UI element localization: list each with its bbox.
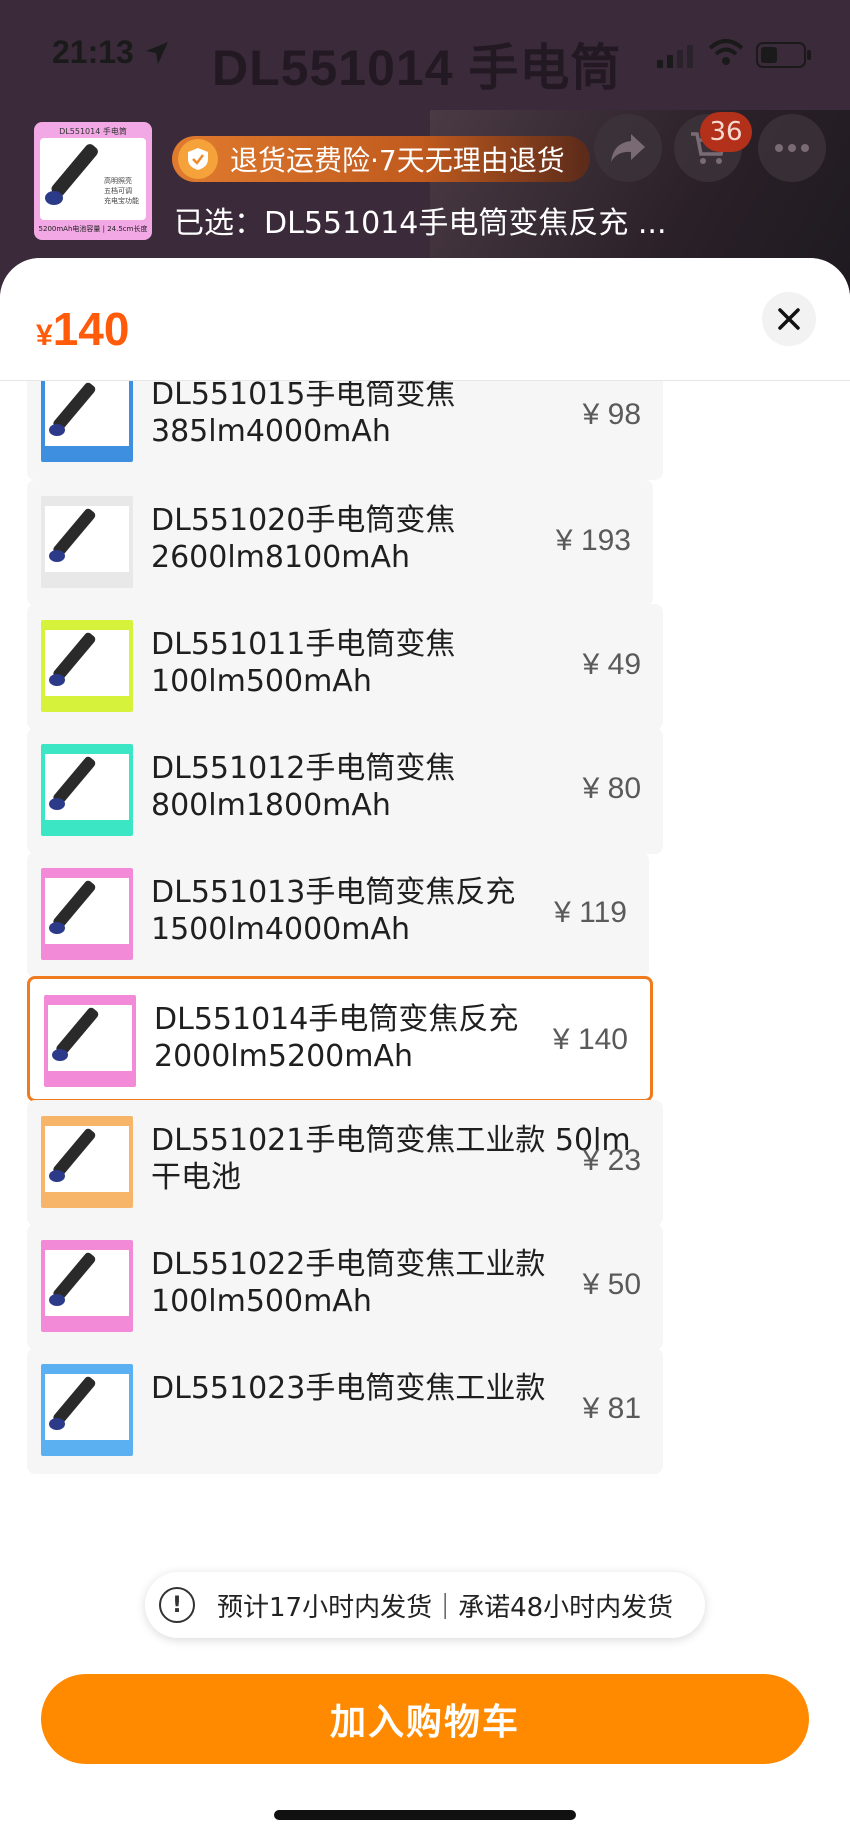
variant-name-line1: DL551012手电筒变焦 — [151, 751, 456, 786]
variant-name-line2: 2600lm8100mAh — [151, 540, 411, 575]
thumbnail-feature: 高明照亮 — [104, 177, 132, 185]
variant-name-line1: DL551023手电筒变焦工业款 — [151, 1371, 546, 1406]
status-time: 21:13 — [52, 34, 134, 70]
exclamation-icon: ! — [159, 1587, 195, 1623]
variant-thumbnail — [41, 496, 133, 588]
more-button[interactable] — [758, 114, 826, 182]
variant-option[interactable]: DL551012手电筒变焦 800lm1800mAh ¥ 80 — [27, 728, 663, 854]
variant-name: DL551011手电筒变焦 100lm500mAh — [151, 626, 455, 700]
currency-symbol: ¥ — [36, 319, 53, 352]
close-button[interactable] — [762, 292, 816, 346]
variant-name: DL551021手电筒变焦工业款 50lm 干电池 — [151, 1122, 631, 1196]
variant-option[interactable]: DL551015手电筒变焦 385lm4000mAh ¥ 98 — [27, 380, 663, 480]
variant-name: DL551012手电筒变焦 800lm1800mAh — [151, 750, 455, 824]
variant-price: ¥ 119 — [554, 896, 627, 929]
variant-thumbnail — [41, 1364, 133, 1456]
thumbnail-caption: 5200mAh电池容量 | 24.5cm长度 — [38, 225, 148, 233]
flashlight-icon — [45, 144, 98, 205]
variant-option[interactable]: DL551021手电筒变焦工业款 50lm 干电池 ¥ 23 — [27, 1100, 663, 1226]
variant-price: ¥ 49 — [582, 648, 641, 681]
selected-variant-text: 已选：DL551014手电筒变焦反充 ... — [174, 206, 667, 241]
location-arrow-icon — [146, 42, 168, 64]
background-title: DL551014 手电筒 — [212, 40, 622, 96]
variant-name: DL551013手电筒变焦反充 1500lm4000mAh — [151, 874, 515, 948]
variant-name-line2: 100lm500mAh — [151, 664, 372, 699]
variant-name-line1: DL551015手电筒变焦 — [151, 380, 456, 412]
variant-name: DL551015手电筒变焦 385lm4000mAh — [151, 380, 455, 450]
shipping-text: 预计17小时内发货｜承诺48小时内发货 — [217, 1592, 674, 1623]
share-icon — [611, 134, 645, 162]
selected-price: ¥140 — [36, 302, 129, 356]
thumbnail-feature: 充电宝功能 — [104, 197, 139, 205]
variant-name-line1: DL551022手电筒变焦工业款 — [151, 1247, 546, 1282]
variant-price: ¥ 80 — [582, 772, 641, 805]
variant-option[interactable]: DL551014手电筒变焦反充 2000lm5200mAh ¥ 140 — [27, 976, 653, 1102]
variant-name-line2: 干电池 — [151, 1160, 241, 1195]
share-button[interactable] — [594, 114, 662, 182]
variant-price: ¥ 23 — [582, 1144, 641, 1177]
thumbnail-title: DL551014 手电筒 — [59, 127, 127, 136]
variant-name: DL551014手电筒变焦反充 2000lm5200mAh — [154, 1001, 518, 1075]
variant-thumbnail — [44, 995, 136, 1087]
add-to-cart-button[interactable]: 加入购物车 — [41, 1674, 809, 1764]
variant-option[interactable]: DL551023手电筒变焦工业款 ¥ 81 — [27, 1348, 663, 1474]
sku-selector-sheet: ¥140 DL551015手电筒变焦 385lm4000mAh ¥ 98 DL5510… — [0, 258, 850, 1839]
variant-thumbnail — [41, 868, 133, 960]
cellular-signal-icon — [657, 45, 693, 68]
variant-name-line2: 2000lm5200mAh — [154, 1039, 414, 1074]
thumbnail-feature: 五档可调 — [104, 187, 132, 195]
variant-thumbnail — [41, 1116, 133, 1208]
cart-count-badge: 36 — [700, 112, 752, 152]
variant-name-line1: DL551021手电筒变焦工业款 50lm — [151, 1123, 631, 1158]
variant-name-line2: 800lm1800mAh — [151, 788, 391, 823]
variant-name-line2: 385lm4000mAh — [151, 414, 391, 449]
variant-option[interactable]: DL551011手电筒变焦 100lm500mAh ¥ 49 — [27, 604, 663, 730]
more-dots-icon — [775, 144, 809, 152]
insurance-text: 退货运费险·7天无理由退货 — [230, 144, 565, 177]
variant-price: ¥ 98 — [582, 398, 641, 431]
variant-option[interactable]: DL551022手电筒变焦工业款 100lm500mAh ¥ 50 — [27, 1224, 663, 1350]
status-bar: 21:13 DL551014 手电筒 — [0, 0, 850, 100]
variant-name-line1: DL551020手电筒变焦 — [151, 503, 456, 538]
shield-check-icon — [178, 139, 218, 179]
price-value: 140 — [52, 303, 130, 355]
variant-thumbnail — [41, 1240, 133, 1332]
variant-name: DL551020手电筒变焦 2600lm8100mAh — [151, 502, 455, 576]
wifi-icon — [708, 39, 744, 65]
variant-price: ¥ 193 — [555, 524, 631, 557]
battery-icon — [756, 42, 811, 68]
variant-name-line1: DL551011手电筒变焦 — [151, 627, 456, 662]
variant-option[interactable]: DL551013手电筒变焦反充 1500lm4000mAh ¥ 119 — [27, 852, 649, 978]
home-indicator — [274, 1810, 576, 1820]
variant-name: DL551022手电筒变焦工业款 100lm500mAh — [151, 1246, 545, 1320]
variant-price: ¥ 50 — [582, 1268, 641, 1301]
variant-price: ¥ 81 — [582, 1392, 641, 1425]
variant-thumbnail — [41, 744, 133, 836]
variant-thumbnail — [41, 380, 133, 462]
variant-name: DL551023手电筒变焦工业款 — [151, 1370, 545, 1407]
variant-list[interactable]: DL551015手电筒变焦 385lm4000mAh ¥ 98 DL551020手电筒… — [0, 380, 850, 1650]
selected-product-thumbnail: DL551014 手电筒 高明照亮 五档可调 充电宝功能 5200mAh电池容量… — [34, 122, 152, 240]
variant-name-line2: 1500lm4000mAh — [151, 912, 411, 947]
variant-price: ¥ 140 — [552, 1023, 628, 1056]
variant-name-line1: DL551014手电筒变焦反充 — [154, 1002, 519, 1037]
sheet-header: ¥140 — [0, 258, 850, 381]
variant-thumbnail — [41, 620, 133, 712]
variant-option[interactable]: DL551020手电筒变焦 2600lm8100mAh ¥ 193 — [27, 480, 653, 606]
shipping-notice: ! 预计17小时内发货｜承诺48小时内发货 — [145, 1572, 705, 1638]
variant-name-line1: DL551013手电筒变焦反充 — [151, 875, 516, 910]
return-insurance-badge: 退货运费险·7天无理由退货 — [172, 136, 590, 182]
variant-name-line2: 100lm500mAh — [151, 1284, 372, 1319]
close-icon — [778, 308, 800, 330]
